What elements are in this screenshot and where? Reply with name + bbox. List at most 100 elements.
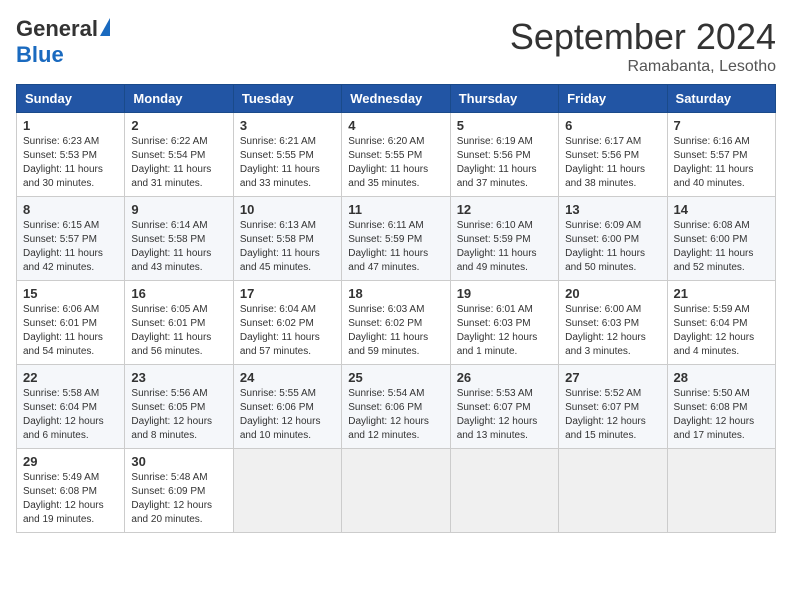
calendar-cell: 29Sunrise: 5:49 AMSunset: 6:08 PMDayligh…: [17, 449, 125, 533]
location-title: Ramabanta, Lesotho: [510, 58, 776, 76]
day-info: Sunrise: 6:11 AMSunset: 5:59 PMDaylight:…: [348, 219, 443, 275]
calendar-cell: 1 Sunrise: 6:23 AMSunset: 5:53 PMDaylight…: [17, 113, 125, 197]
weekday-header: Monday: [125, 85, 233, 113]
calendar-cell: 24 Sunrise: 5:55 AMSunset: 6:06 PMDayligh…: [233, 365, 341, 449]
weekday-header: Sunday: [17, 85, 125, 113]
calendar-cell: 23 Sunrise: 5:56 AMSunset: 6:05 PMDayligh…: [125, 365, 233, 449]
calendar-table: SundayMondayTuesdayWednesdayThursdayFrid…: [16, 84, 776, 533]
calendar-cell: 11 Sunrise: 6:11 AMSunset: 5:59 PMDayligh…: [342, 197, 450, 281]
day-number: 26: [457, 370, 552, 385]
day-info: Sunrise: 5:54 AMSunset: 6:06 PMDaylight:…: [348, 387, 443, 443]
calendar-cell: [559, 449, 667, 533]
weekday-header: Wednesday: [342, 85, 450, 113]
day-number: 19: [457, 286, 552, 301]
day-number: 23: [131, 370, 226, 385]
weekday-header: Tuesday: [233, 85, 341, 113]
calendar-cell: [667, 449, 775, 533]
day-number: 7: [674, 118, 769, 133]
day-number: 8: [23, 202, 118, 217]
day-info: Sunrise: 6:15 AMSunset: 5:57 PMDaylight:…: [23, 219, 118, 275]
day-number: 4: [348, 118, 443, 133]
calendar-cell: 26Sunrise: 5:53 AMSunset: 6:07 PMDayligh…: [450, 365, 558, 449]
day-info: Sunrise: 6:01 AMSunset: 6:03 PMDaylight:…: [457, 303, 552, 359]
calendar-cell: 3Sunrise: 6:21 AMSunset: 5:55 PMDaylight…: [233, 113, 341, 197]
day-number: 16: [131, 286, 226, 301]
day-info: Sunrise: 6:03 AMSunset: 6:02 PMDaylight:…: [348, 303, 443, 359]
page-header: General Blue September 2024 Ramabanta, L…: [16, 16, 776, 76]
day-number: 14: [674, 202, 769, 217]
day-info: Sunrise: 6:19 AMSunset: 5:56 PMDaylight:…: [457, 135, 552, 191]
weekday-header: Thursday: [450, 85, 558, 113]
day-info: Sunrise: 6:04 AMSunset: 6:02 PMDaylight:…: [240, 303, 335, 359]
day-info: Sunrise: 6:06 AMSunset: 6:01 PMDaylight:…: [23, 303, 118, 359]
day-number: 9: [131, 202, 226, 217]
calendar-cell: 28Sunrise: 5:50 AMSunset: 6:08 PMDayligh…: [667, 365, 775, 449]
day-number: 25: [348, 370, 443, 385]
day-number: 30: [131, 454, 226, 469]
day-number: 18: [348, 286, 443, 301]
day-info: Sunrise: 6:09 AMSunset: 6:00 PMDaylight:…: [565, 219, 660, 275]
calendar-cell: 18 Sunrise: 6:03 AMSunset: 6:02 PMDayligh…: [342, 281, 450, 365]
day-number: 22: [23, 370, 118, 385]
day-info: Sunrise: 5:56 AMSunset: 6:05 PMDaylight:…: [131, 387, 226, 443]
day-number: 20: [565, 286, 660, 301]
calendar-week-row: 22Sunrise: 5:58 AMSunset: 6:04 PMDayligh…: [17, 365, 776, 449]
calendar-cell: [233, 449, 341, 533]
calendar-cell: [342, 449, 450, 533]
day-info: Sunrise: 6:23 AMSunset: 5:53 PMDaylight:…: [23, 135, 118, 191]
day-number: 12: [457, 202, 552, 217]
month-title: September 2024: [510, 16, 776, 58]
title-block: September 2024 Ramabanta, Lesotho: [510, 16, 776, 76]
day-number: 3: [240, 118, 335, 133]
calendar-cell: 14Sunrise: 6:08 AMSunset: 6:00 PMDayligh…: [667, 197, 775, 281]
day-number: 1: [23, 118, 118, 133]
calendar-cell: 30 Sunrise: 5:48 AMSunset: 6:09 PMDayligh…: [125, 449, 233, 533]
calendar-cell: 5 Sunrise: 6:19 AMSunset: 5:56 PMDaylight…: [450, 113, 558, 197]
day-number: 28: [674, 370, 769, 385]
calendar-week-row: 8 Sunrise: 6:15 AMSunset: 5:57 PMDaylight…: [17, 197, 776, 281]
logo-blue-text: Blue: [16, 42, 64, 68]
calendar-cell: 27Sunrise: 5:52 AMSunset: 6:07 PMDayligh…: [559, 365, 667, 449]
day-number: 15: [23, 286, 118, 301]
calendar-cell: 9Sunrise: 6:14 AMSunset: 5:58 PMDaylight…: [125, 197, 233, 281]
calendar-cell: 2 Sunrise: 6:22 AMSunset: 5:54 PMDaylight…: [125, 113, 233, 197]
day-number: 21: [674, 286, 769, 301]
day-number: 5: [457, 118, 552, 133]
calendar-cell: 20 Sunrise: 6:00 AMSunset: 6:03 PMDayligh…: [559, 281, 667, 365]
day-info: Sunrise: 6:10 AMSunset: 5:59 PMDaylight:…: [457, 219, 552, 275]
calendar-cell: 21 Sunrise: 5:59 AMSunset: 6:04 PMDayligh…: [667, 281, 775, 365]
day-info: Sunrise: 5:48 AMSunset: 6:09 PMDaylight:…: [131, 471, 226, 527]
weekday-header: Friday: [559, 85, 667, 113]
day-number: 2: [131, 118, 226, 133]
calendar-cell: 12 Sunrise: 6:10 AMSunset: 5:59 PMDayligh…: [450, 197, 558, 281]
day-number: 24: [240, 370, 335, 385]
calendar-week-row: 15 Sunrise: 6:06 AMSunset: 6:01 PMDayligh…: [17, 281, 776, 365]
calendar-cell: 6Sunrise: 6:17 AMSunset: 5:56 PMDaylight…: [559, 113, 667, 197]
calendar-header-row: SundayMondayTuesdayWednesdayThursdayFrid…: [17, 85, 776, 113]
logo-triangle-icon: [100, 18, 110, 36]
calendar-cell: 10 Sunrise: 6:13 AMSunset: 5:58 PMDayligh…: [233, 197, 341, 281]
day-number: 17: [240, 286, 335, 301]
day-info: Sunrise: 5:59 AMSunset: 6:04 PMDaylight:…: [674, 303, 769, 359]
calendar-cell: 25 Sunrise: 5:54 AMSunset: 6:06 PMDayligh…: [342, 365, 450, 449]
calendar-cell: 15 Sunrise: 6:06 AMSunset: 6:01 PMDayligh…: [17, 281, 125, 365]
day-number: 29: [23, 454, 118, 469]
day-number: 6: [565, 118, 660, 133]
calendar-week-row: 1 Sunrise: 6:23 AMSunset: 5:53 PMDaylight…: [17, 113, 776, 197]
day-info: Sunrise: 5:55 AMSunset: 6:06 PMDaylight:…: [240, 387, 335, 443]
calendar-cell: 13Sunrise: 6:09 AMSunset: 6:00 PMDayligh…: [559, 197, 667, 281]
calendar-week-row: 29Sunrise: 5:49 AMSunset: 6:08 PMDayligh…: [17, 449, 776, 533]
day-number: 10: [240, 202, 335, 217]
day-info: Sunrise: 6:16 AMSunset: 5:57 PMDaylight:…: [674, 135, 769, 191]
day-info: Sunrise: 6:20 AMSunset: 5:55 PMDaylight:…: [348, 135, 443, 191]
day-info: Sunrise: 6:00 AMSunset: 6:03 PMDaylight:…: [565, 303, 660, 359]
logo-general-text: General: [16, 16, 98, 42]
day-info: Sunrise: 6:05 AMSunset: 6:01 PMDaylight:…: [131, 303, 226, 359]
calendar-cell: 8 Sunrise: 6:15 AMSunset: 5:57 PMDaylight…: [17, 197, 125, 281]
day-info: Sunrise: 5:52 AMSunset: 6:07 PMDaylight:…: [565, 387, 660, 443]
day-number: 11: [348, 202, 443, 217]
day-info: Sunrise: 6:13 AMSunset: 5:58 PMDaylight:…: [240, 219, 335, 275]
calendar-cell: 7 Sunrise: 6:16 AMSunset: 5:57 PMDaylight…: [667, 113, 775, 197]
calendar-cell: 19 Sunrise: 6:01 AMSunset: 6:03 PMDayligh…: [450, 281, 558, 365]
day-info: Sunrise: 6:22 AMSunset: 5:54 PMDaylight:…: [131, 135, 226, 191]
